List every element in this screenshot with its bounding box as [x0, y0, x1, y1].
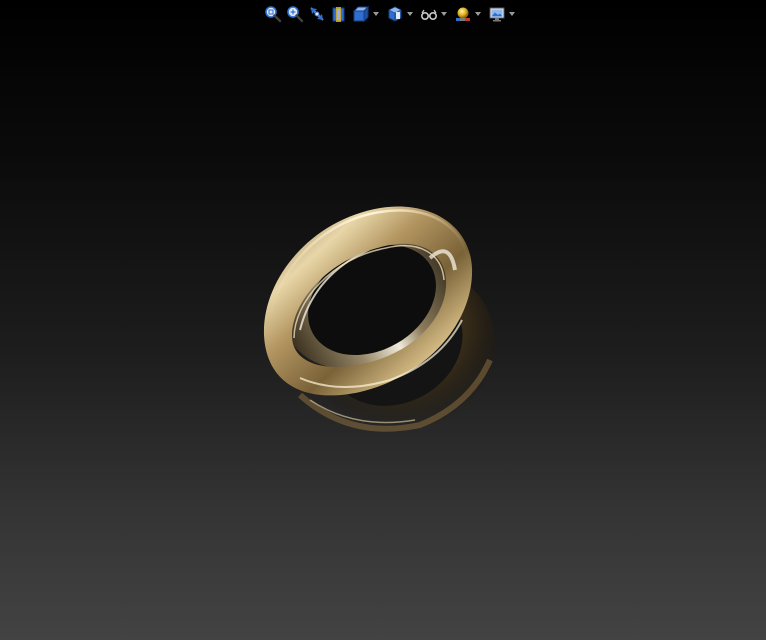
ring-model[interactable]	[0, 0, 766, 640]
graphics-viewport[interactable]	[0, 0, 766, 640]
